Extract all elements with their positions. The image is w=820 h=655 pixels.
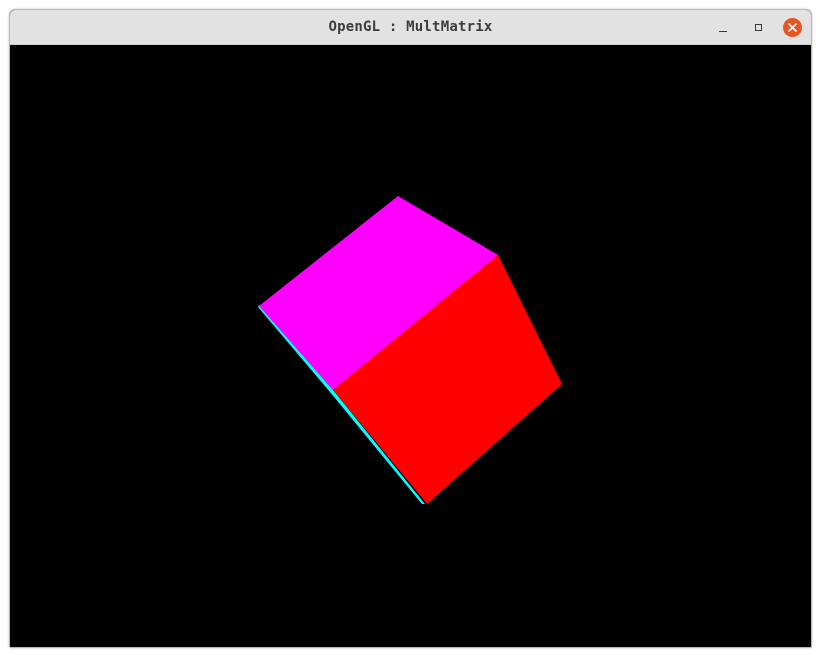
title-bar[interactable]: OpenGL : MultMatrix [10,10,811,45]
app-window: OpenGL : MultMatrix [9,9,812,648]
maximize-icon [754,23,762,31]
window-title: OpenGL : MultMatrix [328,19,493,35]
maximize-button[interactable] [748,17,768,37]
close-icon [782,17,802,37]
minimize-icon [719,30,727,32]
opengl-canvas[interactable] [10,45,811,647]
cube-render [258,196,562,504]
minimize-button[interactable] [713,17,733,37]
close-button[interactable] [782,17,802,37]
